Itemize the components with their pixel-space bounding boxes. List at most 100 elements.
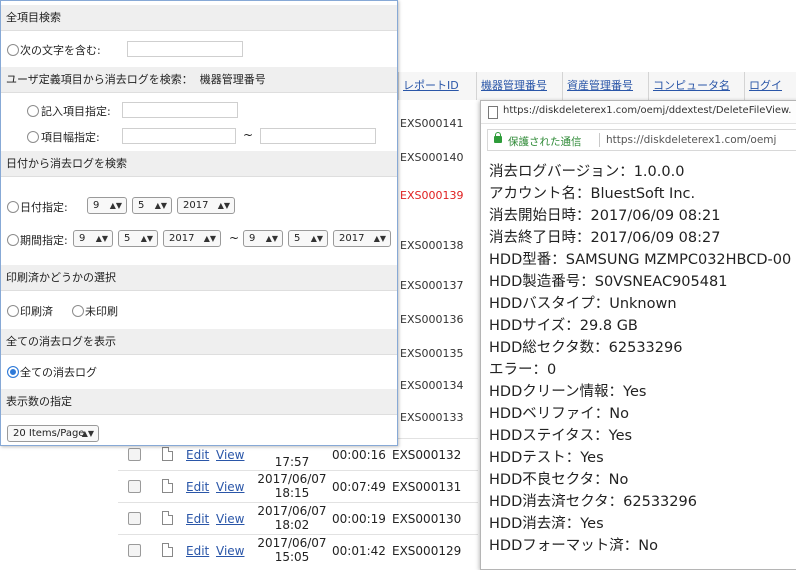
period-to-day-select[interactable]: 5 ▲▼ xyxy=(288,230,328,247)
range-tilde: ~ xyxy=(243,128,254,142)
hdd-size: HDDサイズ：29.8 GB xyxy=(489,318,638,334)
hdd-erased-sectors: HDD消去済セクタ：62533296 xyxy=(489,494,697,510)
report-id-cell: EXS000134 xyxy=(400,379,464,392)
erase-end-time: 消去終了日時：2017/06/09 08:27 xyxy=(489,230,721,246)
log-version: 消去ログバージョン：1.0.0.0 xyxy=(489,164,685,180)
printed-radio[interactable] xyxy=(7,305,19,317)
period-from-month-select[interactable]: 9 ▲▼ xyxy=(73,230,113,247)
page-size-heading: 表示数の指定 xyxy=(1,389,397,415)
select-arrow-icon: ▲▼ xyxy=(203,234,216,243)
hdd-verify: HDDベリファイ：No xyxy=(489,406,629,422)
secure-connection-label: 保護された通信 xyxy=(508,136,582,148)
all-items-heading: 全項目検索 xyxy=(1,5,397,31)
duration-cell: 00:00:16 xyxy=(332,448,386,462)
hdd-model: HDD型番：SAMSUNG MZMPC032HBCD-00 xyxy=(489,252,792,268)
hdd-bus-type: HDDバスタイプ：Unknown xyxy=(489,296,677,312)
report-id-cell: EXS000130 xyxy=(392,512,462,526)
search-panel: 全項目検索 次の文字を含む: ユーザ定義項目から消去ログを検索： 機器管理番号 … xyxy=(0,0,398,446)
erase-start-time: 消去開始日時：2017/06/09 08:21 xyxy=(489,208,721,224)
report-id-cell: EXS000131 xyxy=(392,480,462,494)
date-month-select[interactable]: 9 ▲▼ xyxy=(87,197,127,214)
date-day-select[interactable]: 5 ▲▼ xyxy=(132,197,172,214)
date-heading: 日付から消去ログを検索 xyxy=(1,151,397,177)
view-link[interactable]: View xyxy=(216,448,244,462)
header-device-number[interactable]: 機器管理番号 xyxy=(476,72,562,100)
page-size-select[interactable]: 20 Items/Page ▲▼ xyxy=(7,425,99,442)
contains-radio[interactable] xyxy=(7,44,19,56)
view-link[interactable]: View xyxy=(216,544,244,558)
report-id-cell: EXS000133 xyxy=(400,411,464,424)
url-text: https://diskdeleterex1.com/oemj xyxy=(606,134,777,146)
select-arrow-icon: ▲▼ xyxy=(95,234,108,243)
hdd-formatted: HDDフォーマット済：No xyxy=(489,538,658,554)
address-bar[interactable]: 保護された通信 https://diskdeleterex1.com/oemj xyxy=(487,129,796,151)
period-label: 期間指定: xyxy=(20,234,68,247)
header-report-id[interactable]: レポートID xyxy=(398,72,476,100)
period-radio[interactable] xyxy=(7,234,19,246)
select-arrow-icon: ▲▼ xyxy=(373,234,386,243)
entry-input[interactable] xyxy=(122,102,238,118)
report-id-cell: EXS000139 xyxy=(400,189,464,202)
user-defined-field-name: 機器管理番号 xyxy=(199,73,266,86)
view-link[interactable]: View xyxy=(216,480,244,494)
report-id-cell: EXS000132 xyxy=(392,448,462,462)
unprinted-label: 未印刷 xyxy=(85,305,118,318)
report-id-cell: EXS000135 xyxy=(400,347,464,360)
select-arrow-icon: ▲▼ xyxy=(217,201,230,210)
header-login[interactable]: ログイ xyxy=(744,72,796,100)
address-divider xyxy=(599,133,600,147)
row-checkbox[interactable] xyxy=(128,448,141,461)
report-id-cell: EXS000137 xyxy=(400,279,464,292)
show-all-radio[interactable] xyxy=(7,366,19,378)
date-label: 日付指定: xyxy=(20,201,68,214)
row-checkbox[interactable] xyxy=(128,480,141,493)
period-from-day-select[interactable]: 5 ▲▼ xyxy=(118,230,158,247)
entry-radio[interactable] xyxy=(27,105,39,117)
unprinted-radio[interactable] xyxy=(72,305,84,317)
row-checkbox[interactable] xyxy=(128,512,141,525)
view-link[interactable]: View xyxy=(216,512,244,526)
edit-link[interactable]: Edit xyxy=(186,448,209,462)
table-row: Edit View 2017/06/07 18:02 00:00:19 EXS00… xyxy=(118,502,478,534)
select-arrow-icon: ▲▼ xyxy=(81,429,94,438)
date-cell: 2017/06/07 15:05 xyxy=(257,536,327,564)
duration-cell: 00:07:49 xyxy=(332,480,386,494)
show-all-heading: 全ての消去ログを表示 xyxy=(1,329,397,355)
hdd-total-sectors: HDD総セクタ数：62533296 xyxy=(489,340,683,356)
range-to-input[interactable] xyxy=(260,128,376,144)
edit-link[interactable]: Edit xyxy=(186,512,209,526)
date-cell: 2017/06/07 18:02 xyxy=(257,504,327,532)
hdd-bad-sectors: HDD不良セクタ：No xyxy=(489,472,629,488)
range-radio[interactable] xyxy=(27,131,39,143)
entry-label: 記入項目指定: xyxy=(41,105,111,118)
header-asset-number[interactable]: 資産管理番号 xyxy=(562,72,648,100)
period-to-month-select[interactable]: 9 ▲▼ xyxy=(243,230,283,247)
account-name: アカウント名：BluestSoft Inc. xyxy=(489,186,696,202)
lock-icon xyxy=(494,132,502,143)
period-to-year-select[interactable]: 2017 ▲▼ xyxy=(333,230,391,247)
date-radio[interactable] xyxy=(7,201,19,213)
report-id-cell: EXS000136 xyxy=(400,313,464,326)
range-from-input[interactable] xyxy=(122,128,236,144)
hdd-test: HDDテスト：Yes xyxy=(489,450,604,466)
show-all-label: 全ての消去ログ xyxy=(20,366,97,379)
table-row: Edit View 2017/06/07 18:15 00:07:49 EXS00… xyxy=(118,470,478,502)
log-detail-window: https://diskdeleterex1.com/oemj/ddextest… xyxy=(480,100,796,570)
hdd-clean-info: HDDクリーン情報：Yes xyxy=(489,384,647,400)
edit-link[interactable]: Edit xyxy=(186,544,209,558)
report-id-cell: EXS000140 xyxy=(400,151,464,164)
header-computer-name[interactable]: コンピュータ名 xyxy=(648,72,744,100)
edit-link[interactable]: Edit xyxy=(186,480,209,494)
contains-label: 次の文字を含む: xyxy=(20,44,101,57)
date-year-select[interactable]: 2017 ▲▼ xyxy=(177,197,235,214)
report-id-cell: EXS000138 xyxy=(400,239,464,252)
window-title-bar[interactable]: https://diskdeleterex1.com/oemj/ddextest… xyxy=(481,101,796,124)
period-from-year-select[interactable]: 2017 ▲▼ xyxy=(163,230,221,247)
contains-input[interactable] xyxy=(127,41,243,57)
hdd-status: HDDステイタス：Yes xyxy=(489,428,633,444)
user-defined-heading: ユーザ定義項目から消去ログを検索： 機器管理番号 xyxy=(1,67,397,93)
select-arrow-icon: ▲▼ xyxy=(310,234,323,243)
row-checkbox[interactable] xyxy=(128,544,141,557)
report-id-cell: EXS000141 xyxy=(400,117,464,130)
select-arrow-icon: ▲▼ xyxy=(140,234,153,243)
